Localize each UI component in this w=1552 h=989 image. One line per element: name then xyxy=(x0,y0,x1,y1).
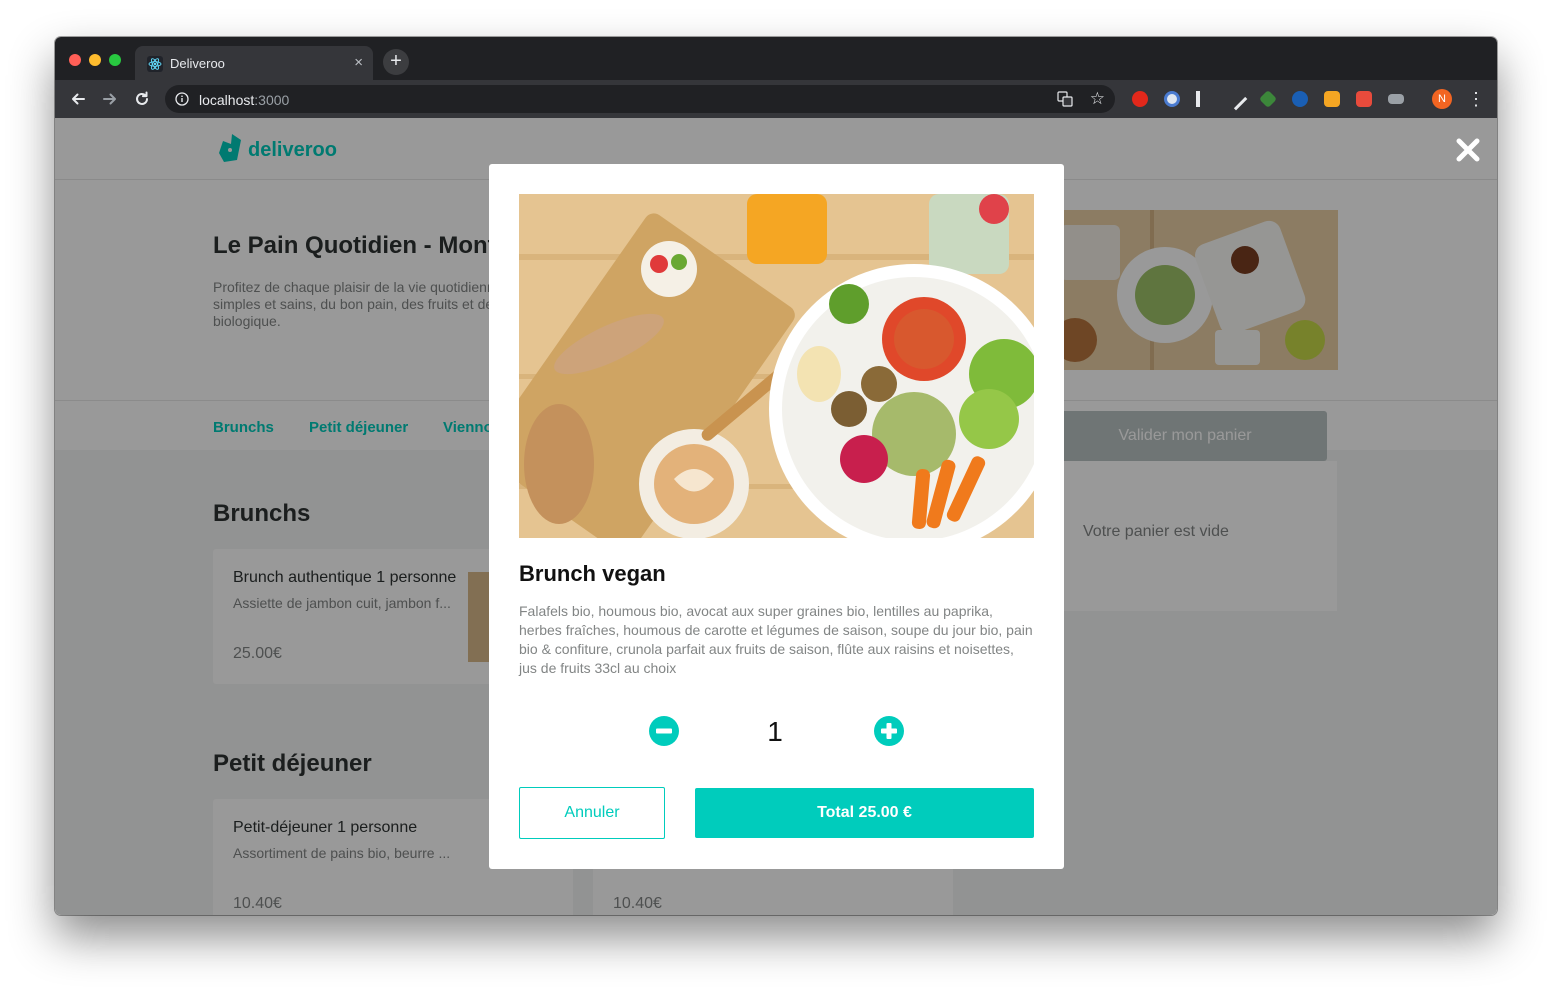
extension-pen-icon[interactable] xyxy=(1224,87,1248,111)
reload-icon[interactable] xyxy=(131,88,153,110)
forward-arrow-icon[interactable] xyxy=(99,88,121,110)
tab-strip: Deliveroo × + xyxy=(55,37,1497,80)
extension-adblock-icon[interactable] xyxy=(1132,91,1148,107)
react-icon xyxy=(147,56,163,72)
close-window-button[interactable] xyxy=(69,54,81,66)
product-modal: Brunch vegan Falafels bio, houmous bio, … xyxy=(489,164,1064,869)
extension-face-icon[interactable] xyxy=(1324,91,1340,107)
extension-node-icon[interactable] xyxy=(1258,89,1278,109)
add-to-cart-total-button[interactable]: Total 25.00 € xyxy=(695,788,1034,838)
browser-toolbar: localhost:3000 ☆ xyxy=(55,80,1497,118)
tab-title: Deliveroo xyxy=(170,56,225,71)
close-icon[interactable] xyxy=(1453,135,1483,165)
extension-glasses-icon[interactable] xyxy=(1388,94,1404,104)
back-arrow-icon[interactable] xyxy=(67,88,89,110)
url-text: localhost:3000 xyxy=(199,92,290,108)
cancel-button[interactable]: Annuler xyxy=(519,787,665,839)
plus-circle-icon[interactable] xyxy=(874,716,904,746)
minimize-window-button[interactable] xyxy=(89,54,101,66)
minus-circle-icon[interactable] xyxy=(649,716,679,746)
product-photo xyxy=(519,194,1034,538)
product-title: Brunch vegan xyxy=(519,561,666,586)
extension-circle-icon[interactable] xyxy=(1164,91,1180,107)
bookmark-star-icon[interactable]: ☆ xyxy=(1090,89,1105,109)
profile-avatar[interactable]: N xyxy=(1432,89,1452,109)
browser-window: Deliveroo × + localhost:3000 ☆ N ⋮ deliv… xyxy=(55,37,1497,915)
translate-icon[interactable] xyxy=(1057,91,1073,107)
tab-close-icon[interactable]: × xyxy=(354,54,363,71)
page-viewport: deliveroo Le Pain Quotidien - Montorguei… xyxy=(55,118,1497,915)
info-icon[interactable] xyxy=(175,92,189,106)
quantity-value: 1 xyxy=(767,716,783,747)
extension-grid-icon[interactable] xyxy=(1356,91,1372,107)
extension-chat-icon[interactable] xyxy=(1292,91,1308,107)
browser-tab[interactable]: Deliveroo × xyxy=(135,46,373,80)
product-description: Falafels bio, houmous bio, avocat aux su… xyxy=(519,603,1033,676)
new-tab-button[interactable]: + xyxy=(383,49,409,75)
address-bar[interactable]: localhost:3000 ☆ xyxy=(165,85,1115,113)
maximize-window-button[interactable] xyxy=(109,54,121,66)
browser-menu-icon[interactable]: ⋮ xyxy=(1467,90,1485,108)
extension-flag-icon[interactable] xyxy=(1196,91,1212,107)
